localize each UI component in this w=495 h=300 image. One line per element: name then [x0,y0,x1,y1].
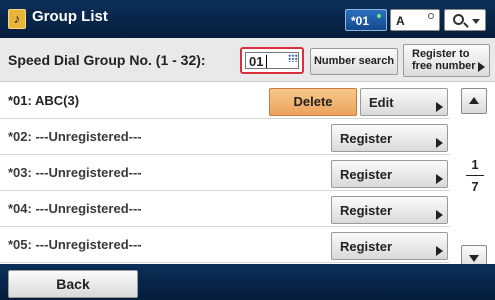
arrow-right-icon [436,246,443,256]
chevron-down-icon [472,19,480,24]
register-button[interactable]: Register [331,160,448,188]
arrow-up-icon [469,97,479,104]
keypad-icon[interactable] [288,54,298,62]
list-item[interactable]: *03: ---Unregistered--- Register [0,155,450,191]
number-search-button[interactable]: Number search [310,48,398,75]
register-button[interactable]: Register [331,124,448,152]
current-page: 1 [471,157,479,172]
speed-dial-sort-button[interactable]: *01 [345,9,387,31]
arrow-right-icon [478,62,485,72]
register-to-free-number-button[interactable]: Register to free number [403,44,490,77]
arrow-right-icon [436,174,443,184]
arrow-right-icon [436,138,443,148]
register-button-label: Register [340,131,393,146]
register-button[interactable]: Register [331,232,448,260]
list-item[interactable]: *05: ---Unregistered--- Register [0,227,450,263]
register-button-label: Register [340,239,393,254]
group-list: *01: ABC(3) Delete Edit *02: ---Unregist… [0,83,450,263]
register-button[interactable]: Register [331,196,448,224]
selected-indicator-icon [377,14,381,18]
unselected-indicator-icon [428,13,434,19]
list-item-label: *05: ---Unregistered--- [8,237,142,252]
scrollbar: 1 7 [452,83,495,271]
list-item-label: *01: ABC(3) [8,93,80,108]
total-pages: 7 [471,179,479,194]
list-item[interactable]: *02: ---Unregistered--- Register [0,119,450,155]
scroll-up-button[interactable] [461,88,487,114]
alphabet-sort-label: A [396,14,405,28]
arrow-down-icon [469,255,479,262]
list-item[interactable]: *04: ---Unregistered--- Register [0,191,450,227]
list-item-label: *04: ---Unregistered--- [8,201,142,216]
alphabet-sort-button[interactable]: A [390,9,440,31]
group-number-value: 01 [249,54,264,69]
phonebook-icon: ♪ [8,9,26,29]
page-divider [466,175,484,176]
speed-dial-sort-label: *01 [351,14,370,28]
search-icon-handle [463,22,469,28]
text-cursor [266,55,267,68]
page-title: Group List [32,8,108,25]
arrow-right-icon [436,210,443,220]
search-button[interactable] [444,9,486,31]
page-indicator: 1 7 [466,157,484,194]
speed-dial-search-row: Speed Dial Group No. (1 - 32): 01 Number… [0,38,495,82]
delete-button[interactable]: Delete [269,88,357,116]
footer-bar: Back [0,264,495,300]
edit-button[interactable]: Edit [360,88,448,116]
list-item-label: *03: ---Unregistered--- [8,165,142,180]
list-item[interactable]: *01: ABC(3) Delete Edit [0,83,450,119]
list-item-label: *02: ---Unregistered--- [8,129,142,144]
arrow-right-icon [436,102,443,112]
register-button-label: Register [340,167,393,182]
back-button[interactable]: Back [8,270,138,298]
speed-dial-group-label: Speed Dial Group No. (1 - 32): [8,52,206,68]
group-number-input[interactable]: 01 [240,47,304,74]
register-button-label: Register [340,203,393,218]
edit-button-label: Edit [369,95,394,110]
register-free-label-line1: Register to [412,48,470,60]
title-bar: ♪ Group List *01 A [0,0,495,38]
